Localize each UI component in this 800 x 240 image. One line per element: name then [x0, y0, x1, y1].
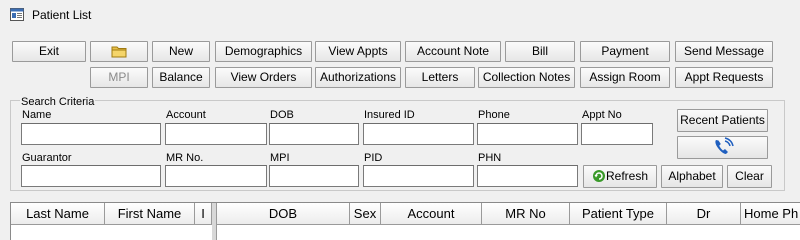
assign-room-button[interactable]: Assign Room	[580, 67, 670, 88]
mr-no-input[interactable]	[165, 165, 267, 187]
phone-button[interactable]	[677, 136, 768, 159]
guarantor-label: Guarantor	[22, 152, 72, 164]
demographics-button[interactable]: Demographics	[215, 41, 312, 62]
column-header-dob[interactable]: DOB	[217, 203, 350, 225]
dob-input[interactable]	[269, 123, 359, 145]
column-header-last-name[interactable]: Last Name	[11, 203, 105, 225]
new-button[interactable]: New	[152, 41, 210, 62]
letters-button[interactable]: Letters	[405, 67, 475, 88]
column-header-sex[interactable]: Sex	[350, 203, 381, 225]
open-folder-button[interactable]	[90, 41, 148, 62]
appt-no-label: Appt No	[582, 109, 622, 121]
exit-button[interactable]: Exit	[12, 41, 86, 62]
view-orders-button[interactable]: View Orders	[215, 67, 312, 88]
pid-input[interactable]	[363, 165, 474, 187]
collection-notes-button[interactable]: Collection Notes	[478, 67, 575, 88]
phn-label: PHN	[478, 152, 502, 164]
bill-button[interactable]: Bill	[505, 41, 575, 62]
recent-patients-button[interactable]: Recent Patients	[677, 109, 768, 132]
phone-label: Phone	[478, 109, 510, 121]
phone-input[interactable]	[477, 123, 578, 145]
column-header-mr-no[interactable]: MR No	[482, 203, 570, 225]
name-label: Name	[22, 109, 52, 121]
appt-requests-button[interactable]: Appt Requests	[675, 67, 773, 88]
view-appts-button[interactable]: View Appts	[315, 41, 401, 62]
column-header-first-name[interactable]: First Name	[105, 203, 195, 225]
balance-button[interactable]: Balance	[152, 67, 210, 88]
account-note-button[interactable]: Account Note	[405, 41, 501, 62]
folder-icon	[111, 46, 127, 58]
mpi-input[interactable]	[269, 165, 359, 187]
clear-button[interactable]: Clear	[727, 165, 772, 188]
mpi-label: MPI	[270, 152, 290, 164]
phn-input[interactable]	[477, 165, 578, 187]
column-header-dr[interactable]: Dr	[667, 203, 741, 225]
column-header-patient-type[interactable]: Patient Type	[570, 203, 667, 225]
name-input[interactable]	[21, 123, 161, 145]
phone-icon	[714, 137, 734, 154]
mpi-button[interactable]: MPI	[90, 67, 148, 88]
search-criteria-title: Search Criteria	[20, 96, 96, 108]
window-icon	[10, 8, 24, 21]
column-header-account[interactable]: Account	[381, 203, 482, 225]
title-bar: Patient List	[0, 0, 800, 31]
window-title: Patient List	[32, 8, 92, 22]
dob-label: DOB	[270, 109, 294, 121]
guarantor-input[interactable]	[21, 165, 161, 187]
account-input[interactable]	[165, 123, 267, 145]
refresh-icon	[592, 169, 605, 182]
refresh-button[interactable]: Refresh	[583, 165, 657, 188]
column-header-initial[interactable]: I	[195, 203, 212, 225]
column-header-home-phone[interactable]: Home Ph	[741, 203, 800, 225]
authorizations-button[interactable]: Authorizations	[315, 67, 401, 88]
refresh-label: Refresh	[605, 169, 649, 183]
pid-label: PID	[364, 152, 383, 164]
account-label: Account	[166, 109, 206, 121]
alphabet-button[interactable]: Alphabet	[661, 165, 723, 188]
send-message-button[interactable]: Send Message	[675, 41, 773, 62]
appt-no-input[interactable]	[581, 123, 653, 145]
insured-id-label: Insured ID	[364, 109, 415, 121]
payment-button[interactable]: Payment	[580, 41, 670, 62]
mr-no-label: MR No.	[166, 152, 204, 164]
insured-id-input[interactable]	[363, 123, 474, 145]
